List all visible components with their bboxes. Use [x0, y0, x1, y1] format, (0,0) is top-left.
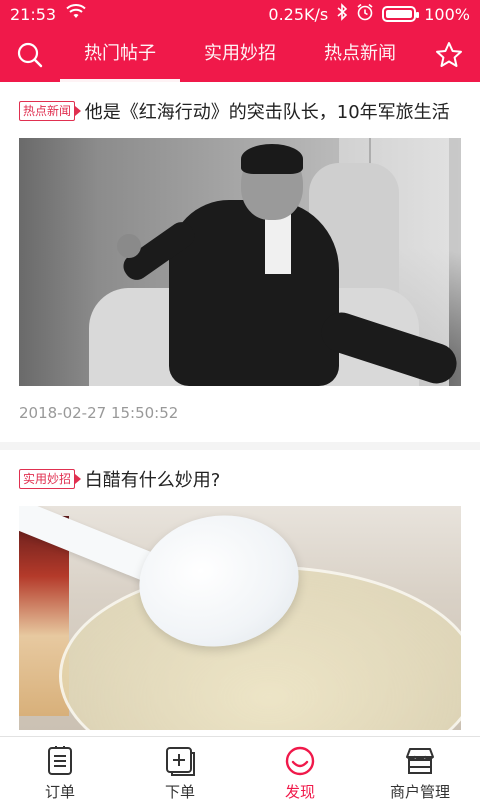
network-speed: 0.25K/s [268, 4, 329, 24]
post-tag: 热点新闻 [19, 101, 82, 121]
tab-hot-posts[interactable]: 热门帖子 [60, 28, 180, 82]
tab-useful-tips[interactable]: 实用妙招 [180, 28, 300, 82]
battery-icon [382, 6, 420, 22]
post-card[interactable]: 热点新闻 他是《红海行动》的突击队长，10年军旅生活 2018-02-27 15… [0, 100, 480, 422]
top-nav-bar: 热门帖子 实用妙招 热点新闻 [0, 28, 480, 82]
status-bar: 21:53 0.25K/s 100% [0, 0, 480, 28]
alarm-icon [356, 3, 374, 25]
nav-label: 订单 [44, 783, 75, 800]
post-card[interactable]: 实用妙招 白醋有什么妙用? [0, 468, 480, 730]
post-title-text: 他是《红海行动》的突击队长，10年军旅生活 [84, 102, 450, 123]
app-screen: 21:53 0.25K/s 100% 热门帖子 实用妙招 热点新闻 热点新闻 他… [0, 0, 480, 800]
discover-icon [284, 745, 316, 777]
nav-place-order[interactable]: 下单 [120, 737, 240, 800]
person-suit [169, 200, 339, 386]
order-list-icon [44, 745, 76, 777]
post-tag: 实用妙招 [19, 469, 82, 489]
post-image[interactable] [19, 138, 461, 386]
bluetooth-icon [336, 3, 348, 25]
tab-hot-news[interactable]: 热点新闻 [300, 28, 420, 82]
search-icon[interactable] [16, 41, 44, 69]
post-title[interactable]: 实用妙招 白醋有什么妙用? [19, 468, 461, 494]
add-order-icon [164, 745, 196, 777]
person-shirt [265, 214, 291, 274]
nav-label: 发现 [284, 783, 315, 800]
post-title[interactable]: 热点新闻 他是《红海行动》的突击队长，10年军旅生活 [19, 100, 461, 126]
nav-discover[interactable]: 发现 [240, 737, 360, 800]
nav-merchant[interactable]: 商户管理 [360, 737, 480, 800]
post-image[interactable] [19, 506, 461, 730]
status-time: 21:53 [10, 4, 57, 24]
category-tabs: 热门帖子 实用妙招 热点新闻 [60, 28, 420, 82]
battery-level: 100% [424, 4, 470, 24]
nav-label: 商户管理 [389, 783, 450, 800]
post-feed[interactable]: 热点新闻 他是《红海行动》的突击队长，10年军旅生活 2018-02-27 15… [0, 82, 480, 736]
post-divider [0, 442, 480, 450]
nav-orders[interactable]: 订单 [0, 737, 120, 800]
bottom-nav-bar: 订单 下单 发现 商户管理 [0, 736, 480, 800]
post-title-text: 白醋有什么妙用? [84, 470, 221, 491]
star-icon[interactable] [434, 40, 464, 70]
person-hand [117, 234, 141, 258]
person-hair [241, 144, 303, 174]
nav-label: 下单 [164, 783, 195, 800]
wifi-icon [66, 4, 86, 24]
store-icon [404, 745, 436, 777]
post-date: 2018-02-27 15:50:52 [19, 404, 179, 422]
